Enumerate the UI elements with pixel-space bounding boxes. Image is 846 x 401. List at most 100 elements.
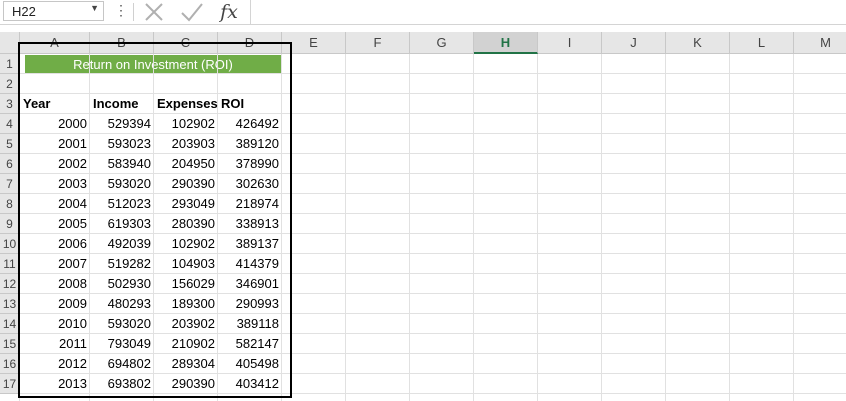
data-cell[interactable]: 218974: [218, 194, 282, 214]
row-header-8[interactable]: 8: [0, 194, 20, 214]
data-cell[interactable]: 378990: [218, 154, 282, 174]
row-header-10[interactable]: 10: [0, 234, 20, 254]
column-header-l[interactable]: L: [730, 32, 794, 54]
column-header-f[interactable]: F: [346, 32, 410, 54]
data-cell[interactable]: 593023: [90, 134, 154, 154]
column-header-c[interactable]: C: [154, 32, 218, 54]
data-cell[interactable]: 293049: [154, 194, 218, 214]
column-header-h[interactable]: H: [474, 32, 538, 54]
data-cell[interactable]: 389137: [218, 234, 282, 254]
gridline-vertical: [601, 54, 602, 401]
data-cell[interactable]: 189300: [154, 294, 218, 314]
data-cell[interactable]: 156029: [154, 274, 218, 294]
row-header-14[interactable]: 14: [0, 314, 20, 334]
data-cell[interactable]: 582147: [218, 334, 282, 354]
more-options-icon[interactable]: ⋮: [114, 2, 128, 22]
data-cell[interactable]: 529394: [90, 114, 154, 134]
data-cell[interactable]: 389120: [218, 134, 282, 154]
row-header-5[interactable]: 5: [0, 134, 20, 154]
column-header-k[interactable]: K: [666, 32, 730, 54]
data-cell[interactable]: 346901: [218, 274, 282, 294]
data-cell[interactable]: 2005: [20, 214, 90, 234]
column-header-e[interactable]: E: [282, 32, 346, 54]
row-header-16[interactable]: 16: [0, 354, 20, 374]
row-header-2[interactable]: 2: [0, 74, 20, 94]
data-cell[interactable]: 512023: [90, 194, 154, 214]
row-header-11[interactable]: 11: [0, 254, 20, 274]
data-cell[interactable]: 203903: [154, 134, 218, 154]
data-cell[interactable]: 2003: [20, 174, 90, 194]
data-cell[interactable]: 519282: [90, 254, 154, 274]
data-cell[interactable]: 480293: [90, 294, 154, 314]
cancel-icon[interactable]: [140, 1, 168, 23]
header-cell-income[interactable]: Income: [90, 94, 154, 114]
row-header-17[interactable]: 17: [0, 374, 20, 394]
insert-function-icon[interactable]: fx: [214, 0, 244, 24]
data-cell[interactable]: 619303: [90, 214, 154, 234]
data-cell[interactable]: 2002: [20, 154, 90, 174]
data-cell[interactable]: 583940: [90, 154, 154, 174]
header-cell-expenses[interactable]: Expenses: [154, 94, 218, 114]
data-cell[interactable]: 2010: [20, 314, 90, 334]
header-cell-roi[interactable]: ROI: [218, 94, 282, 114]
data-cell[interactable]: 102902: [154, 234, 218, 254]
data-cell[interactable]: 593020: [90, 314, 154, 334]
data-cell[interactable]: 389118: [218, 314, 282, 334]
data-cell[interactable]: 2007: [20, 254, 90, 274]
row-header-13[interactable]: 13: [0, 294, 20, 314]
name-box[interactable]: H22 ▼: [3, 1, 104, 21]
cell-area[interactable]: Return on Investment (ROI) YearIncomeExp…: [19, 54, 846, 401]
data-cell[interactable]: 403412: [218, 374, 282, 394]
data-cell[interactable]: 2001: [20, 134, 90, 154]
header-cell-year[interactable]: Year: [20, 94, 90, 114]
enter-icon[interactable]: [178, 1, 206, 23]
data-cell[interactable]: 2013: [20, 374, 90, 394]
row-header-7[interactable]: 7: [0, 174, 20, 194]
data-cell[interactable]: 593020: [90, 174, 154, 194]
column-header-j[interactable]: J: [602, 32, 666, 54]
select-all-corner[interactable]: [0, 32, 20, 54]
formula-input[interactable]: [250, 0, 846, 24]
data-cell[interactable]: 280390: [154, 214, 218, 234]
column-header-m[interactable]: M: [794, 32, 846, 54]
data-cell[interactable]: 502930: [90, 274, 154, 294]
data-cell[interactable]: 290993: [218, 294, 282, 314]
column-header-g[interactable]: G: [410, 32, 474, 54]
data-cell[interactable]: 203902: [154, 314, 218, 334]
data-cell[interactable]: 2011: [20, 334, 90, 354]
data-cell[interactable]: 2008: [20, 274, 90, 294]
data-cell[interactable]: 492039: [90, 234, 154, 254]
row-header-12[interactable]: 12: [0, 274, 20, 294]
column-header-a[interactable]: A: [20, 32, 90, 54]
data-cell[interactable]: 405498: [218, 354, 282, 374]
data-cell[interactable]: 302630: [218, 174, 282, 194]
data-cell[interactable]: 104903: [154, 254, 218, 274]
data-cell[interactable]: 289304: [154, 354, 218, 374]
row-header-3[interactable]: 3: [0, 94, 20, 114]
data-cell[interactable]: 793049: [90, 334, 154, 354]
name-box-dropdown-icon[interactable]: ▼: [90, 3, 99, 13]
row-header-1[interactable]: 1: [0, 54, 20, 74]
data-cell[interactable]: 2006: [20, 234, 90, 254]
data-cell[interactable]: 290390: [154, 174, 218, 194]
data-cell[interactable]: 210902: [154, 334, 218, 354]
column-header-b[interactable]: B: [90, 32, 154, 54]
column-header-d[interactable]: D: [218, 32, 282, 54]
data-cell[interactable]: 2004: [20, 194, 90, 214]
data-cell[interactable]: 2012: [20, 354, 90, 374]
row-header-9[interactable]: 9: [0, 214, 20, 234]
data-cell[interactable]: 2000: [20, 114, 90, 134]
row-header-4[interactable]: 4: [0, 114, 20, 134]
data-cell[interactable]: 693802: [90, 374, 154, 394]
data-cell[interactable]: 426492: [218, 114, 282, 134]
row-header-15[interactable]: 15: [0, 334, 20, 354]
data-cell[interactable]: 290390: [154, 374, 218, 394]
data-cell[interactable]: 102902: [154, 114, 218, 134]
row-header-6[interactable]: 6: [0, 154, 20, 174]
data-cell[interactable]: 204950: [154, 154, 218, 174]
data-cell[interactable]: 2009: [20, 294, 90, 314]
column-header-i[interactable]: I: [538, 32, 602, 54]
data-cell[interactable]: 338913: [218, 214, 282, 234]
data-cell[interactable]: 694802: [90, 354, 154, 374]
data-cell[interactable]: 414379: [218, 254, 282, 274]
